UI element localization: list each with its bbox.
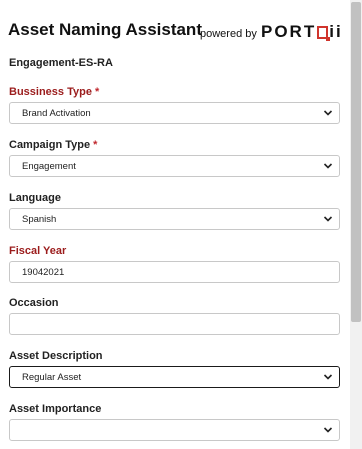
powered-by-text: powered by (200, 28, 257, 40)
business-type-label: Bussiness Type * (9, 86, 100, 98)
fiscal-year-label: Fiscal Year (9, 245, 67, 257)
chevron-down-icon (323, 163, 333, 169)
campaign-type-value: Engagement (22, 161, 76, 172)
asset-description-select[interactable]: Regular Asset (9, 366, 340, 388)
chevron-down-icon (323, 216, 333, 222)
fiscal-year-input[interactable]: 19042021 (9, 261, 340, 283)
chevron-down-icon (323, 110, 333, 116)
logo-mark-icon (317, 26, 331, 41)
required-star: * (93, 139, 98, 151)
asset-name-preview: Engagement-ES-RA (9, 57, 113, 69)
business-type-value: Brand Activation (22, 108, 91, 119)
app-title: Asset Naming Assistant (8, 20, 202, 39)
campaign-type-label: Campaign Type * (9, 139, 98, 151)
required-star: * (95, 86, 100, 98)
language-label: Language (9, 192, 61, 204)
asset-naming-panel: Asset Naming Assistant powered by PORT ii… (0, 0, 350, 449)
panel-header: Asset Naming Assistant powered by PORT ii (0, 0, 350, 52)
chevron-down-icon (323, 374, 333, 380)
logo-text-left: PORT (261, 22, 317, 41)
fiscal-year-value: 19042021 (22, 267, 65, 278)
campaign-type-select[interactable]: Engagement (9, 155, 340, 177)
occasion-input[interactable] (9, 313, 340, 335)
language-select[interactable]: Spanish (9, 208, 340, 230)
asset-description-value: Regular Asset (22, 372, 82, 383)
occasion-label: Occasion (9, 297, 59, 309)
language-value: Spanish (22, 214, 57, 225)
chevron-down-icon (323, 427, 333, 433)
scrollbar-thumb[interactable] (351, 2, 361, 322)
asset-importance-label: Asset Importance (9, 403, 102, 415)
portqii-logo: PORT ii (261, 22, 343, 42)
logo-text-right: ii (329, 22, 343, 41)
asset-description-label: Asset Description (9, 350, 103, 362)
business-type-select[interactable]: Brand Activation (9, 102, 340, 124)
asset-importance-select[interactable] (9, 419, 340, 441)
